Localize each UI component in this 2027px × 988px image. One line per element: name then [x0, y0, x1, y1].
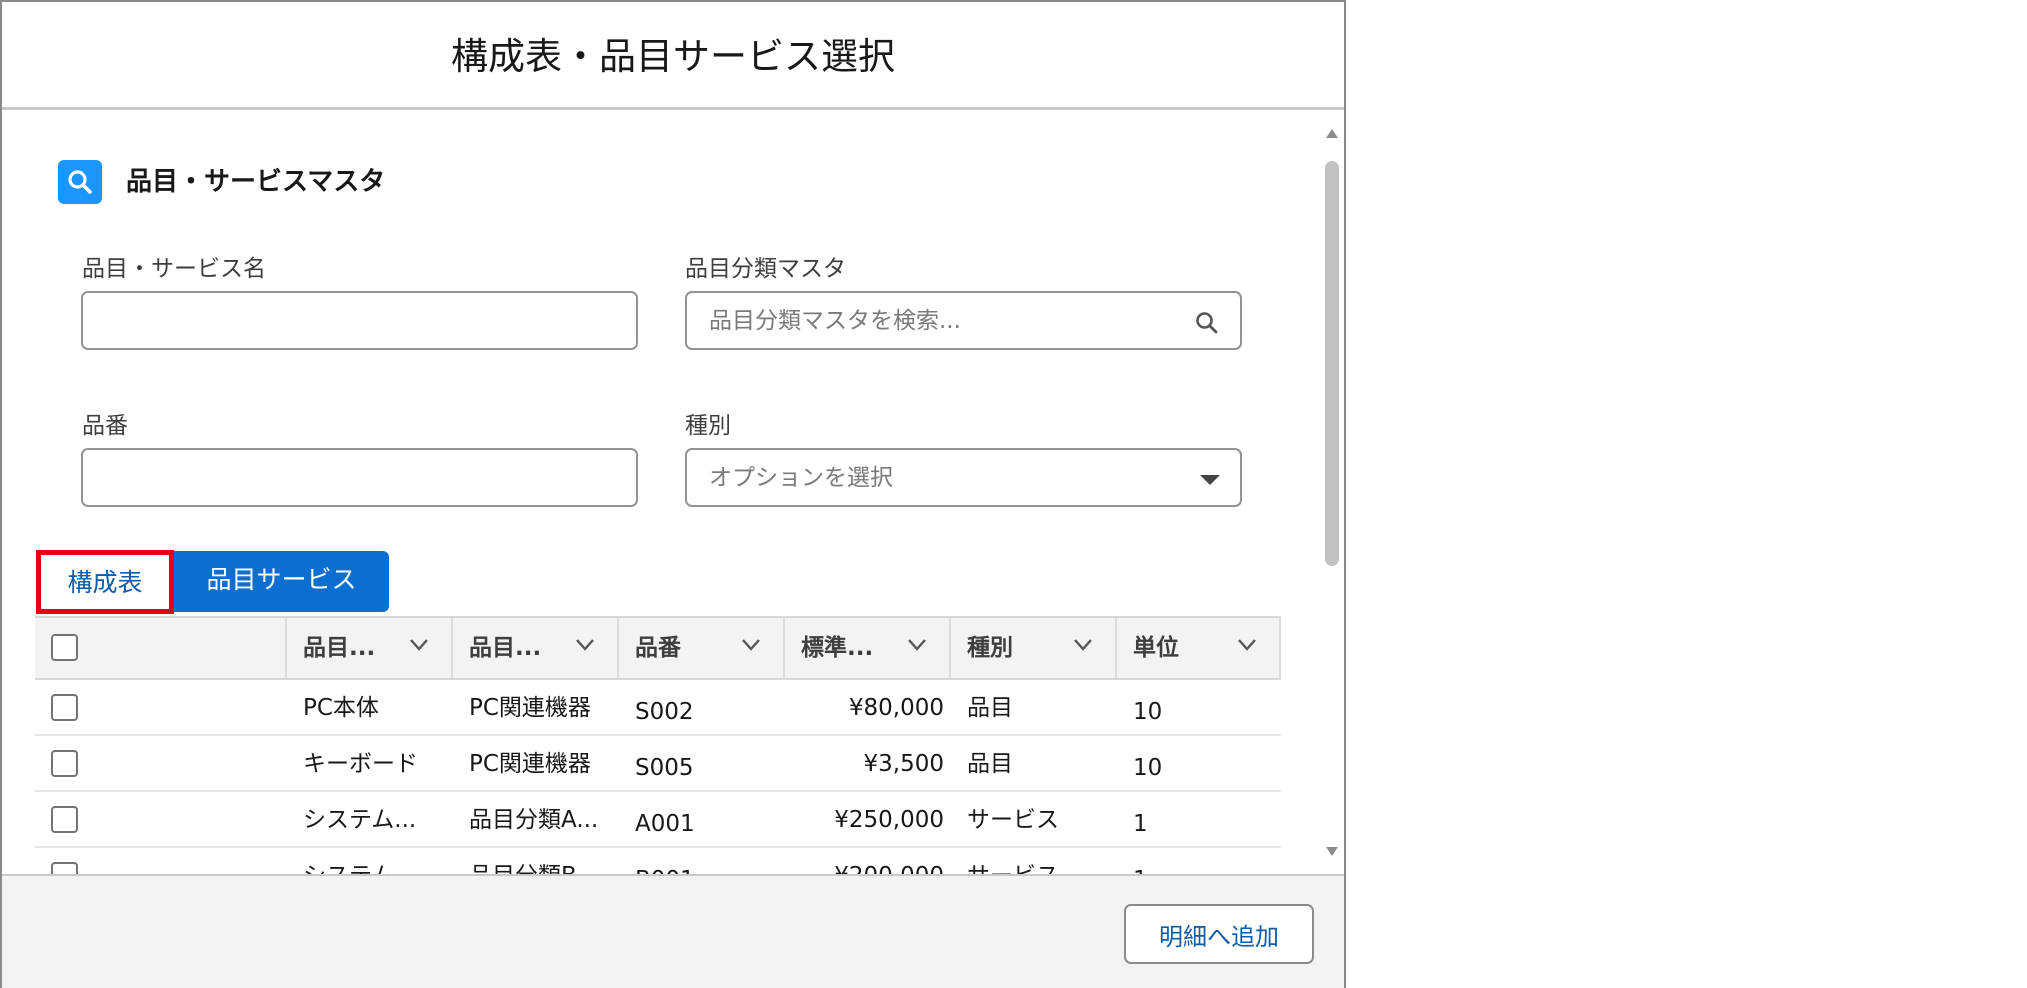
scroll-thumb[interactable] — [1325, 161, 1339, 566]
type-placeholder: オプションを選択 — [709, 465, 893, 491]
row-checkbox[interactable] — [51, 862, 78, 874]
unit-cell: 1 — [1133, 811, 1148, 837]
row-checkbox[interactable] — [51, 694, 78, 721]
type-cell: 品目 — [967, 751, 1013, 777]
type-cell: サービス — [967, 860, 1059, 874]
part-number-cell: B001 — [635, 864, 695, 874]
select-all-checkbox[interactable] — [51, 634, 78, 661]
part-number-cell: S005 — [635, 755, 694, 781]
type-select[interactable]: オプションを選択 — [685, 448, 1242, 507]
chevron-down-icon — [1200, 475, 1220, 485]
tab-construct[interactable]: 構成表 — [36, 550, 174, 614]
unit-cell: 1 — [1133, 864, 1148, 874]
row-checkbox[interactable] — [51, 806, 78, 833]
column-header-unit[interactable]: 単位 — [1117, 618, 1281, 678]
category-label: 品目分類マスタ — [685, 256, 846, 282]
row-checkbox[interactable] — [51, 750, 78, 777]
section-title: 品目・サービスマスタ — [126, 167, 386, 197]
price-cell: ¥80,000 — [848, 695, 944, 721]
item-name-cell: システム... — [303, 807, 417, 833]
table-header: 品目... 品目... 品番 標準... 種別 単位 — [35, 616, 1281, 680]
column-header-part-number[interactable]: 品番 — [619, 618, 785, 678]
category-cell: PC関連機器 — [469, 695, 591, 721]
column-header-category[interactable]: 品目... — [453, 618, 619, 678]
modal-title: 構成表・品目サービス選択 — [451, 35, 895, 78]
part-number-cell: S002 — [635, 699, 694, 725]
column-label: 品番 — [635, 635, 681, 661]
item-name-cell: PC本体 — [303, 695, 379, 721]
lookup-search-icon[interactable] — [1194, 310, 1220, 340]
table-row[interactable]: システム... 品目分類B... B001 ¥200,000 サービス 1 — [35, 848, 1281, 874]
part-number-cell: A001 — [635, 811, 695, 837]
chevron-down-icon[interactable] — [1073, 638, 1093, 652]
table-row[interactable]: システム... 品目分類A... A001 ¥250,000 サービス 1 — [35, 792, 1281, 848]
chevron-down-icon[interactable] — [409, 638, 429, 652]
scroll-up-arrow-icon[interactable] — [1326, 129, 1338, 138]
part-number-label: 品番 — [82, 413, 128, 439]
tab-item-service[interactable]: 品目サービス — [174, 551, 389, 612]
unit-cell: 10 — [1133, 699, 1163, 725]
price-cell: ¥3,500 — [863, 751, 944, 777]
category-cell: PC関連機器 — [469, 751, 591, 777]
vertical-scrollbar[interactable] — [1320, 111, 1344, 874]
item-table: 品目... 品目... 品番 標準... 種別 単位 PC本体 PC関連機器 S… — [35, 616, 1281, 874]
type-cell: サービス — [967, 807, 1059, 833]
column-header-type[interactable]: 種別 — [951, 618, 1117, 678]
select-all-header — [35, 618, 287, 678]
tab-construct-label: 構成表 — [67, 568, 143, 597]
chevron-down-icon[interactable] — [907, 638, 927, 652]
item-name-input[interactable] — [81, 291, 638, 350]
column-label: 標準... — [801, 635, 874, 661]
column-label: 品目... — [469, 635, 542, 661]
category-cell: 品目分類A... — [469, 807, 599, 833]
column-label: 単位 — [1133, 635, 1179, 661]
modal-header: 構成表・品目サービス選択 — [2, 2, 1344, 110]
search-icon — [58, 160, 102, 204]
price-cell: ¥250,000 — [834, 807, 944, 833]
part-number-input[interactable] — [81, 448, 638, 507]
price-cell: ¥200,000 — [834, 860, 944, 874]
column-label: 種別 — [967, 635, 1013, 661]
scroll-down-arrow-icon[interactable] — [1326, 847, 1338, 856]
item-name-cell: キーボード — [303, 751, 418, 777]
type-label: 種別 — [685, 413, 731, 439]
item-name-label: 品目・サービス名 — [82, 256, 266, 282]
chevron-down-icon[interactable] — [741, 638, 761, 652]
modal-body: 品目・サービスマスタ 品目・サービス名 品目分類マスタ 品目分類マスタを検索..… — [2, 111, 1320, 874]
chevron-down-icon[interactable] — [575, 638, 595, 652]
tab-item-service-label: 品目サービス — [206, 565, 357, 594]
modal-footer: 明細へ追加 — [2, 874, 1344, 988]
category-cell: 品目分類B... — [469, 860, 599, 874]
table-row[interactable]: キーボード PC関連機器 S005 ¥3,500 品目 10 — [35, 736, 1281, 792]
item-selection-modal: 構成表・品目サービス選択 品目・サービスマスタ 品目・サービス名 品目分類マスタ… — [0, 0, 1346, 988]
column-header-standard-price[interactable]: 標準... — [785, 618, 951, 678]
column-header-item-name[interactable]: 品目... — [287, 618, 453, 678]
add-to-details-button[interactable]: 明細へ追加 — [1124, 904, 1314, 964]
table-row[interactable]: PC本体 PC関連機器 S002 ¥80,000 品目 10 — [35, 680, 1281, 736]
category-lookup-input[interactable]: 品目分類マスタを検索... — [685, 291, 1242, 350]
chevron-down-icon[interactable] — [1237, 638, 1257, 652]
item-name-cell: システム... — [303, 860, 416, 874]
unit-cell: 10 — [1133, 755, 1163, 781]
column-label: 品目... — [303, 635, 376, 661]
type-cell: 品目 — [967, 695, 1013, 721]
category-placeholder: 品目分類マスタを検索... — [709, 308, 961, 334]
